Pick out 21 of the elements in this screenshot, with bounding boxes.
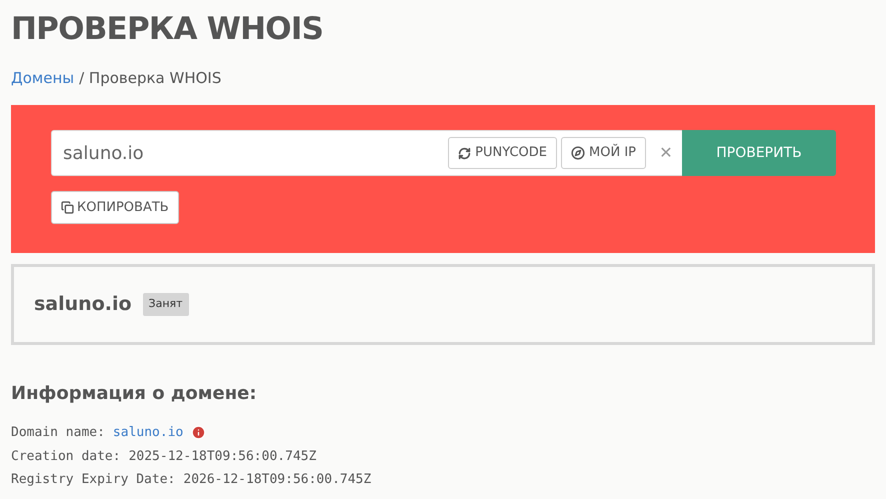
breadcrumb-link[interactable]: Домены — [11, 68, 74, 88]
whois-link[interactable]: saluno.io — [112, 421, 184, 444]
punycode-button[interactable]: PUNYCODE — [448, 137, 558, 169]
whois-value: 2025-12-18T09:56:00.745Z — [128, 448, 316, 466]
refresh-icon — [458, 146, 472, 160]
breadcrumb-current: / Проверка WHOIS — [79, 68, 222, 88]
compass-icon — [571, 146, 586, 160]
whois-value: 2026-12-18T09:56:00.745Z — [183, 471, 372, 489]
whois-label: Creation date: — [11, 448, 121, 466]
domain-name: saluno.io — [34, 292, 132, 318]
page-title: ПРОВЕРКА WHOIS — [11, 10, 324, 48]
check-button[interactable]: ПРОВЕРИТЬ — [682, 130, 836, 176]
my-ip-button[interactable]: МОЙ IP — [561, 137, 646, 169]
info-icon — [191, 425, 206, 440]
copy-icon — [61, 201, 74, 214]
status-badge: Занят — [142, 293, 189, 316]
whois-label: Registry Expiry Date: — [11, 471, 176, 489]
whois-label: Domain name: — [11, 424, 105, 442]
info-heading: Информация о домене: — [11, 382, 258, 406]
domain-field[interactable]: saluno.io — [51, 130, 448, 176]
copy-button[interactable]: КОПИРОВАТЬ — [51, 191, 179, 224]
